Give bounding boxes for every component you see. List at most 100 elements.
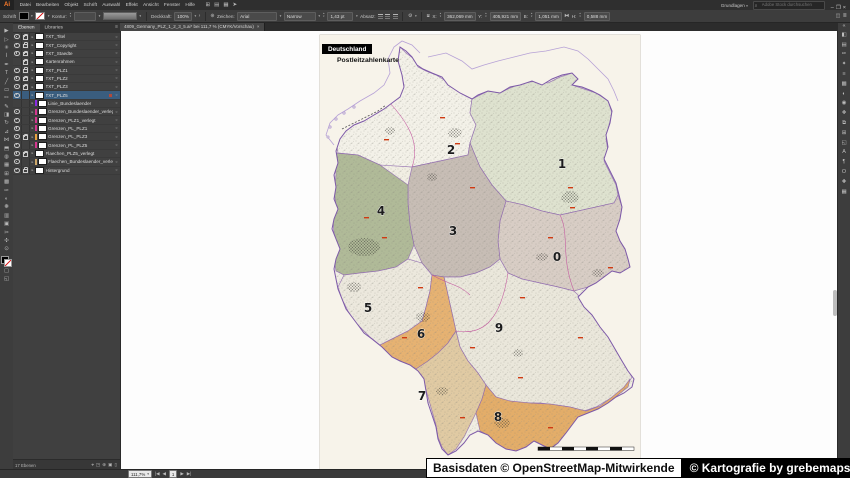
lock-toggle[interactable] xyxy=(22,99,30,108)
visibility-toggle[interactable] xyxy=(13,108,22,116)
menu-auswahl[interactable]: Auswahl xyxy=(100,3,123,8)
share-icon[interactable]: ➤ xyxy=(233,2,238,8)
align-center-icon[interactable] xyxy=(385,13,391,19)
visibility-toggle[interactable] xyxy=(13,41,22,49)
target-circle-icon[interactable]: ○ xyxy=(113,160,120,164)
graphic-styles-panel-icon[interactable]: ❖ xyxy=(841,108,847,118)
lock-toggle[interactable] xyxy=(22,74,30,83)
visibility-toggle[interactable] xyxy=(13,66,22,74)
selection-tool[interactable]: ▶ xyxy=(0,27,13,35)
target-circle-icon[interactable]: ○ xyxy=(113,35,120,39)
visibility-toggle[interactable] xyxy=(13,149,22,158)
target-circle-icon[interactable]: ○ xyxy=(113,168,120,172)
target-circle-icon[interactable]: ○ xyxy=(113,60,120,64)
layer-row-Linie_Bundeslaender[interactable]: ▸ Linie_Bundeslaender ○ xyxy=(13,99,120,109)
slice-tool[interactable]: ✂ xyxy=(0,228,13,236)
visibility-toggle[interactable] xyxy=(13,133,22,141)
lock-toggle[interactable] xyxy=(22,116,30,124)
pathfinder-panel-icon[interactable]: ◱ xyxy=(841,138,846,148)
magic-wand-tool[interactable]: ✳ xyxy=(0,44,13,52)
font-family-field[interactable]: Arial xyxy=(237,11,278,21)
lock-toggle[interactable] xyxy=(22,33,30,41)
close-document-icon[interactable]: × xyxy=(257,24,260,29)
visibility-toggle[interactable] xyxy=(13,141,22,149)
line-segment-tool[interactable]: ╱ xyxy=(0,77,13,85)
menu-objekt[interactable]: Objekt xyxy=(62,3,81,8)
expand-panels-icon[interactable]: « xyxy=(842,22,845,30)
eyedropper-tool[interactable]: ✑ xyxy=(0,186,13,194)
pen-tool[interactable]: ✒ xyxy=(0,61,13,69)
lock-toggle[interactable] xyxy=(22,166,30,174)
visibility-toggle[interactable] xyxy=(13,58,22,66)
direct-selection-tool[interactable]: ▷ xyxy=(0,35,13,43)
stroke-panel-icon[interactable]: ≡ xyxy=(841,69,846,79)
gradient-tool[interactable]: ▩ xyxy=(0,178,13,186)
layer-row-TXT_Titel[interactable]: ▸ TXT_Titel ○ xyxy=(13,33,120,42)
layer-row-TXT_PLZ2[interactable]: ▸ TXT_PLZ2 ○ xyxy=(13,74,120,84)
column-graph-tool[interactable]: ▥ xyxy=(0,212,13,220)
width-profile-dropdown[interactable] xyxy=(102,12,137,20)
document-setup-icon[interactable]: ⊕ xyxy=(210,13,214,19)
first-artboard-icon[interactable]: |◀ xyxy=(155,471,160,477)
eraser-tool[interactable]: ◨ xyxy=(0,111,13,119)
visibility-toggle[interactable] xyxy=(13,91,22,99)
bridge-icon[interactable]: ⊞ xyxy=(206,2,211,8)
gear-icon[interactable]: ⚙ xyxy=(408,13,412,19)
mesh-tool[interactable]: ⊞ xyxy=(0,170,13,178)
pencil-tool[interactable]: ✎ xyxy=(0,103,13,111)
prev-artboard-icon[interactable]: ◀ xyxy=(162,471,165,477)
blend-tool[interactable]: ◐ xyxy=(0,195,13,203)
visibility-toggle[interactable] xyxy=(13,99,22,108)
layer-row-TXT_PLZ1[interactable]: ▸ TXT_PLZ1 ○ xyxy=(13,66,120,75)
visibility-toggle[interactable] xyxy=(13,49,22,58)
shape-builder-tool[interactable]: ◍ xyxy=(0,153,13,161)
y-field[interactable]: 405,921 mm xyxy=(489,11,522,21)
visibility-toggle[interactable] xyxy=(13,33,22,41)
panel-tab-libraries[interactable]: Libraries xyxy=(40,24,68,32)
scale-tool[interactable]: ⊿ xyxy=(0,128,13,136)
opentype-panel-icon[interactable]: O xyxy=(841,167,846,177)
layer-row-Grenzen_PL_PLZ5[interactable]: ▸ Grenzen_PL_PLZ5 ○ xyxy=(13,141,120,150)
width-field[interactable]: 1,051 mm xyxy=(535,11,562,21)
perspective-grid-tool[interactable]: ▦ xyxy=(0,161,13,169)
lock-toggle[interactable] xyxy=(22,83,30,91)
workspace-switcher[interactable]: Grundlagen ▾ xyxy=(721,3,748,8)
lock-toggle[interactable] xyxy=(22,91,30,99)
fill-swatch[interactable] xyxy=(18,12,29,20)
layer-row-TXT_Copyright[interactable]: ▸ TXT_Copyright ○ xyxy=(13,41,120,50)
layer-row-TXT_PLZ5[interactable]: ▸ TXT_PLZ5 ○ xyxy=(13,91,120,100)
target-circle-icon[interactable]: ○ xyxy=(113,135,120,139)
target-circle-icon[interactable]: ○ xyxy=(113,85,120,89)
panel-options-icon[interactable]: ≣ xyxy=(843,13,847,19)
layer-row-Flaechen_Bundeslaender_verlegt[interactable]: ▸ Flaechen_Bundeslaender_verlegt ○ xyxy=(13,158,120,167)
layer-row-Hintergrund[interactable]: ▸ Hintergrund ○ xyxy=(13,166,120,175)
target-circle-icon[interactable]: ○ xyxy=(113,118,120,122)
zoom-level-field[interactable]: 111,7% ▾ xyxy=(128,470,152,478)
target-circle-icon[interactable]: ○ xyxy=(113,143,120,147)
zoom-tool[interactable]: ⊙ xyxy=(0,245,13,253)
appearance-panel-icon[interactable]: ◉ xyxy=(841,99,847,109)
document-tab[interactable]: 4809_Germany_PLZ_1_2_3_5.ai* bei 111,7 %… xyxy=(120,22,265,31)
lock-toggle[interactable] xyxy=(22,58,30,66)
layer-row-Grenzen_Bundeslaender_verlegt[interactable]: ▸ Grenzen_Bundeslaender_verlegt ○ xyxy=(13,108,120,117)
lock-toggle[interactable] xyxy=(22,149,30,158)
stroke-weight-stepper[interactable]: ▲ ▼ xyxy=(69,13,71,18)
target-circle-icon[interactable]: ○ xyxy=(113,93,120,97)
lasso-tool[interactable]: ⌇ xyxy=(0,52,13,60)
layer-row-Grenzen_PL_PLZ1[interactable]: ▸ Grenzen_PL_PLZ1 ○ xyxy=(13,124,120,134)
transform-icon[interactable]: ⧈ xyxy=(427,13,430,19)
x-field[interactable]: 362,069 mm xyxy=(444,11,476,21)
target-circle-icon[interactable]: ○ xyxy=(113,76,120,80)
target-circle-icon[interactable]: ○ xyxy=(113,101,120,105)
font-size-field[interactable]: 1,43 pt xyxy=(327,11,354,21)
stroke-weight-field[interactable] xyxy=(74,11,97,21)
width-tool[interactable]: ⋈ xyxy=(0,136,13,144)
layer-row-Grenzen_PLZ1_verlegt[interactable]: ▸ Grenzen_PLZ1_verlegt ○ xyxy=(13,116,120,125)
align-panel-icon[interactable]: ⊞ xyxy=(841,128,847,138)
menu-hilfe[interactable]: Hilfe xyxy=(183,3,198,8)
layer-row-TXT_PLZ3[interactable]: ▸ TXT_PLZ3 ○ xyxy=(13,83,120,92)
delete-layer-button[interactable]: ▯ xyxy=(113,462,118,467)
layer-row-TXT_Staedte[interactable]: ▸ TXT_Staedte ○ xyxy=(13,49,120,59)
color-panel-icon[interactable]: ◧ xyxy=(841,30,846,40)
panel-tab-ebenen[interactable]: Ebenen xyxy=(13,23,40,32)
